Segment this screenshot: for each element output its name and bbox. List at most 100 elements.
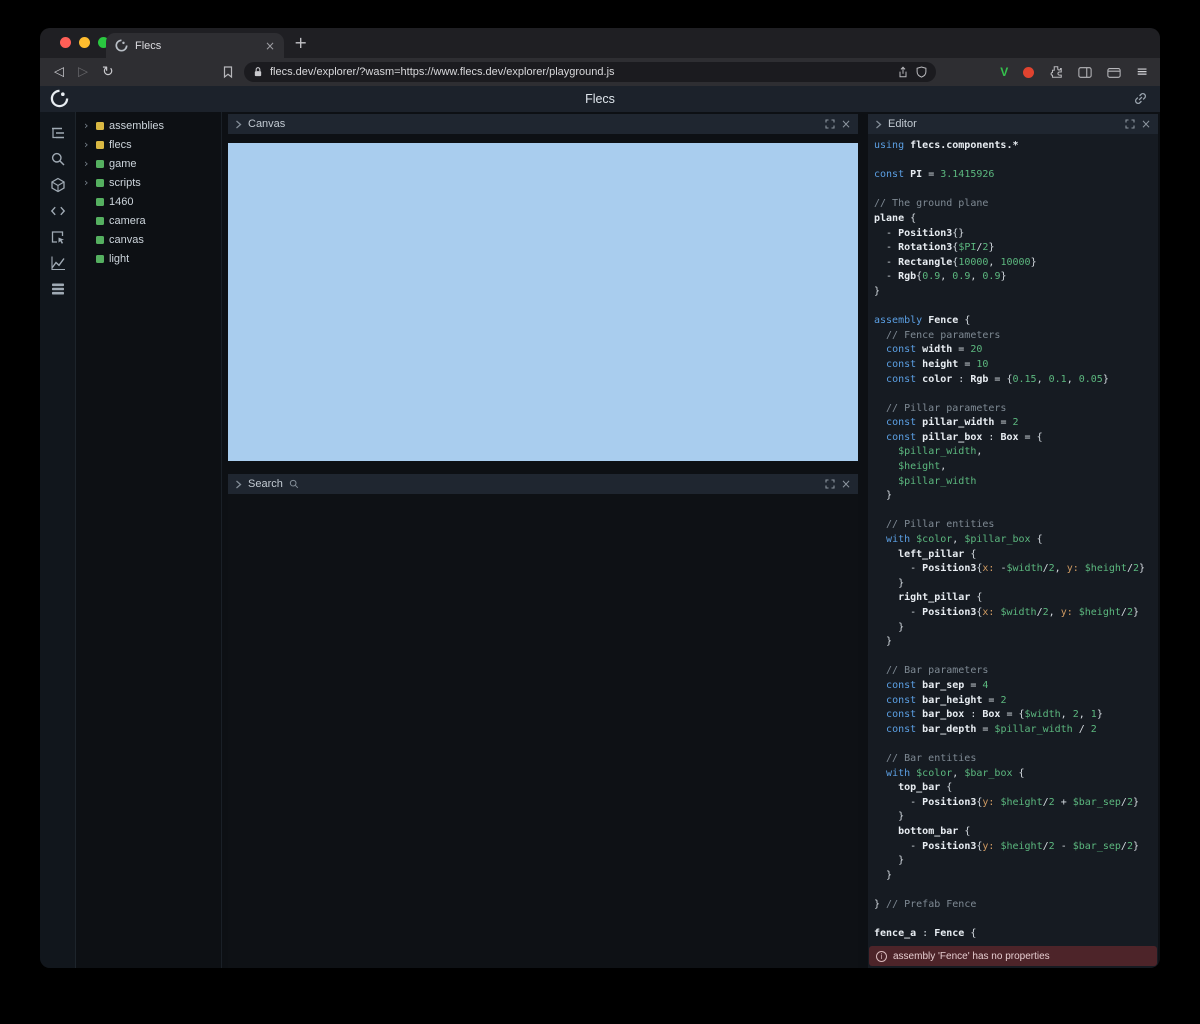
code-line: // Fence parameters: [874, 329, 1152, 344]
tree-item-label: camera: [109, 215, 146, 227]
back-icon[interactable]: ◁: [54, 65, 64, 80]
code-line: const pillar_width = 2: [874, 416, 1152, 431]
url-text[interactable]: flecs.dev/explorer/?wasm=https://www.fle…: [270, 66, 890, 78]
window-minimize-button[interactable]: [79, 37, 90, 48]
code-line: const color : Rgb = {0.15, 0.1, 0.05}: [874, 373, 1152, 388]
entity-color-dot: [96, 217, 104, 225]
tab-title: Flecs: [135, 40, 258, 52]
error-message: assembly 'Fence' has no properties: [893, 951, 1050, 962]
tree-item-canvas[interactable]: canvas: [76, 230, 221, 249]
code-line: - Rectangle{10000, 10000}: [874, 256, 1152, 271]
code-line: // Pillar parameters: [874, 402, 1152, 417]
address-bar[interactable]: flecs.dev/explorer/?wasm=https://www.fle…: [244, 62, 936, 82]
code-line: [874, 387, 1152, 402]
tree-item-flecs[interactable]: ›flecs: [76, 135, 221, 154]
code-line: [874, 650, 1152, 665]
tree-item-assemblies[interactable]: ›assemblies: [76, 116, 221, 135]
bookmark-icon[interactable]: [222, 66, 234, 79]
chevron-right-icon[interactable]: [235, 120, 242, 129]
tree-item-game[interactable]: ›game: [76, 154, 221, 173]
tree-item-scripts[interactable]: ›scripts: [76, 173, 221, 192]
entity-color-dot: [96, 122, 104, 130]
code-line: $height,: [874, 460, 1152, 475]
code-line: using flecs.components.*: [874, 139, 1152, 154]
code-line: }: [874, 577, 1152, 592]
record-extension-icon[interactable]: [1023, 67, 1034, 78]
code-line: - Position3{y: $height/2 - $bar_sep/2}: [874, 840, 1152, 855]
tree-icon[interactable]: [40, 120, 75, 146]
inspect-icon[interactable]: [40, 224, 75, 250]
close-icon[interactable]: ×: [841, 479, 851, 489]
expand-arrow-icon[interactable]: ›: [84, 119, 91, 132]
expand-icon[interactable]: [1125, 119, 1135, 129]
canvas-panel: Canvas ×: [228, 114, 858, 461]
chevron-right-icon[interactable]: [875, 120, 882, 129]
code-line: $pillar_width,: [874, 445, 1152, 460]
search-results-area[interactable]: [228, 494, 858, 968]
expand-arrow-icon[interactable]: ›: [84, 176, 91, 189]
browser-tab[interactable]: Flecs ×: [106, 33, 284, 58]
canvas-panel-title: Canvas: [248, 118, 285, 130]
close-icon[interactable]: ×: [1141, 119, 1151, 129]
stats-icon[interactable]: [40, 276, 75, 302]
info-icon: i: [876, 951, 887, 962]
tab-strip: Flecs × +: [40, 28, 1160, 58]
code-line: const PI = 3.1415926: [874, 168, 1152, 183]
chevron-right-icon[interactable]: [235, 480, 242, 489]
menu-icon[interactable]: ≡: [1136, 64, 1148, 80]
brave-shield-icon[interactable]: [916, 66, 927, 78]
extension-icons: V ≡: [1000, 58, 1148, 86]
expand-arrow-icon[interactable]: ›: [84, 138, 91, 151]
new-tab-button[interactable]: +: [294, 34, 307, 52]
code-icon[interactable]: [40, 198, 75, 224]
tree-item-1460[interactable]: 1460: [76, 192, 221, 211]
tree-item-label: 1460: [109, 196, 133, 208]
tree-item-camera[interactable]: camera: [76, 211, 221, 230]
tree-item-light[interactable]: light: [76, 249, 221, 268]
entities-icon[interactable]: [40, 172, 75, 198]
extensions-puzzle-icon[interactable]: [1049, 65, 1063, 79]
code-line: with $color, $pillar_box {: [874, 533, 1152, 548]
browser-toolbar: ◁ ▷ ↻ flecs.dev/explorer/?wasm=https://w…: [40, 58, 1160, 86]
code-line: const pillar_box : Box = {: [874, 431, 1152, 446]
canvas-viewport[interactable]: [228, 143, 858, 461]
window-close-button[interactable]: [60, 37, 71, 48]
code-line: }: [874, 635, 1152, 650]
close-icon[interactable]: ×: [841, 119, 851, 129]
code-line: - Position3{}: [874, 227, 1152, 242]
code-line: const width = 20: [874, 343, 1152, 358]
reload-icon[interactable]: ↻: [102, 64, 114, 80]
share-icon[interactable]: [897, 66, 909, 79]
expand-icon[interactable]: [825, 479, 835, 489]
tab-close-icon[interactable]: ×: [265, 39, 275, 53]
code-editor[interactable]: using flecs.components.* const PI = 3.141…: [868, 134, 1158, 968]
wallet-icon[interactable]: [1107, 66, 1121, 79]
entity-color-dot: [96, 179, 104, 187]
expand-arrow-icon[interactable]: ›: [84, 157, 91, 170]
entity-color-dot: [96, 198, 104, 206]
search-small-icon: [289, 479, 299, 489]
sidebar-toggle-icon[interactable]: [1078, 66, 1092, 79]
code-line: bottom_bar {: [874, 825, 1152, 840]
lock-icon: [253, 66, 263, 78]
tab-favicon: [115, 39, 128, 52]
expand-icon[interactable]: [825, 119, 835, 129]
code-line: }: [874, 489, 1152, 504]
search-icon[interactable]: [40, 146, 75, 172]
code-line: top_bar {: [874, 781, 1152, 796]
code-line: const bar_height = 2: [874, 694, 1152, 709]
entity-tree-list: ›assemblies›flecs›game›scripts 1460 camera…: [76, 116, 221, 268]
app-header: Flecs: [40, 86, 1160, 112]
editor-panel: Editor × using flecs.components.*const P…: [868, 114, 1158, 968]
link-icon[interactable]: [1133, 91, 1148, 106]
forward-icon[interactable]: ▷: [78, 65, 88, 80]
code-line: }: [874, 854, 1152, 869]
code-line: fence_a : Fence {: [874, 927, 1152, 942]
code-line: // Bar entities: [874, 752, 1152, 767]
code-line: - Position3{x: -$width/2, y: $height/2}: [874, 562, 1152, 577]
code-line: [874, 737, 1152, 752]
entity-color-dot: [96, 255, 104, 263]
chart-icon[interactable]: [40, 250, 75, 276]
app-main: ›assemblies›flecs›game›scripts 1460 camera…: [40, 112, 1160, 968]
v-extension-icon[interactable]: V: [1000, 65, 1008, 79]
